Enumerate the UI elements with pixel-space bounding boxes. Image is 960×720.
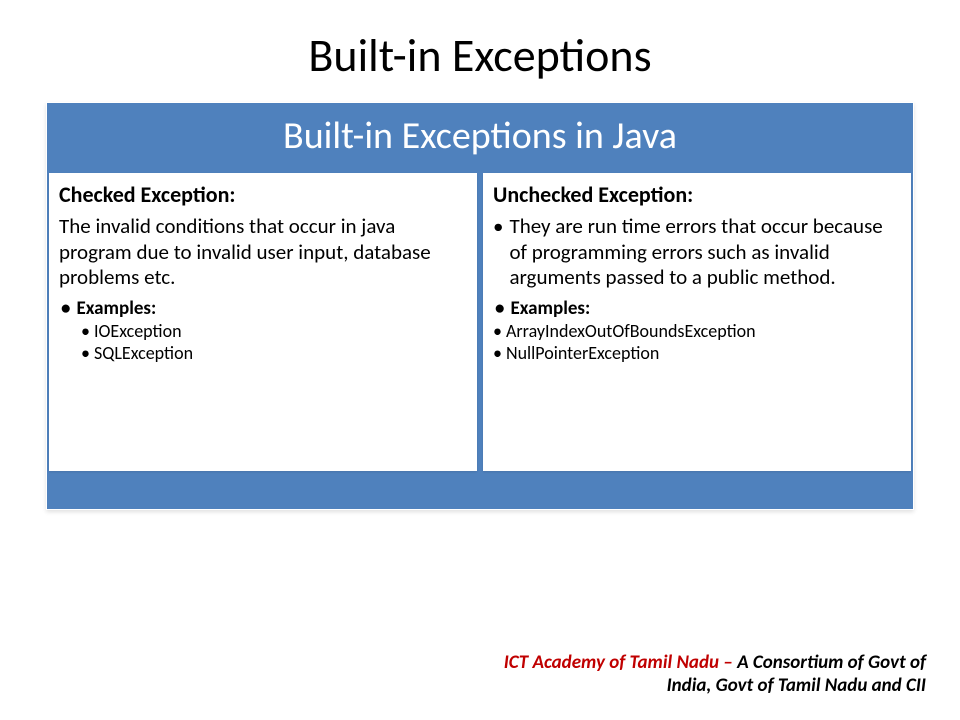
unchecked-examples-list: ArrayIndexOutOfBoundsException NullPoint… (493, 320, 901, 365)
slide-title: Built-in Exceptions (0, 0, 960, 102)
footer-credit: ICT Academy of Tamil Nadu – A Consortium… (504, 651, 926, 699)
checked-examples-list: IOException SQLException (59, 320, 467, 365)
list-item: ArrayIndexOutOfBoundsException (493, 320, 901, 343)
unchecked-description: They are run time errors that occur beca… (493, 214, 901, 291)
panel-footer-bar (47, 475, 913, 509)
footer-org: ICT Academy of Tamil Nadu – (504, 651, 737, 674)
checked-examples-label: Examples: (59, 297, 467, 320)
unchecked-heading: Unchecked Exception: (493, 181, 901, 208)
list-item: IOException (59, 320, 467, 343)
content-panel: Built-in Exceptions in Java Checked Exce… (46, 102, 914, 510)
list-item: SQLException (59, 342, 467, 365)
checked-heading: Checked Exception: (59, 181, 467, 208)
panel-title: Built-in Exceptions in Java (47, 103, 913, 173)
columns: Checked Exception: The invalid condition… (47, 173, 913, 473)
checked-description: The invalid conditions that occur in jav… (59, 214, 467, 291)
footer-tagline-2: India, Govt of Tamil Nadu and CII (667, 674, 926, 697)
list-item: NullPointerException (493, 342, 901, 365)
checked-exception-column: Checked Exception: The invalid condition… (49, 173, 477, 471)
footer-tagline-1: A Consortium of Govt of (737, 651, 926, 674)
unchecked-examples-label: Examples: (493, 297, 901, 320)
unchecked-exception-column: Unchecked Exception: They are run time e… (483, 173, 911, 471)
